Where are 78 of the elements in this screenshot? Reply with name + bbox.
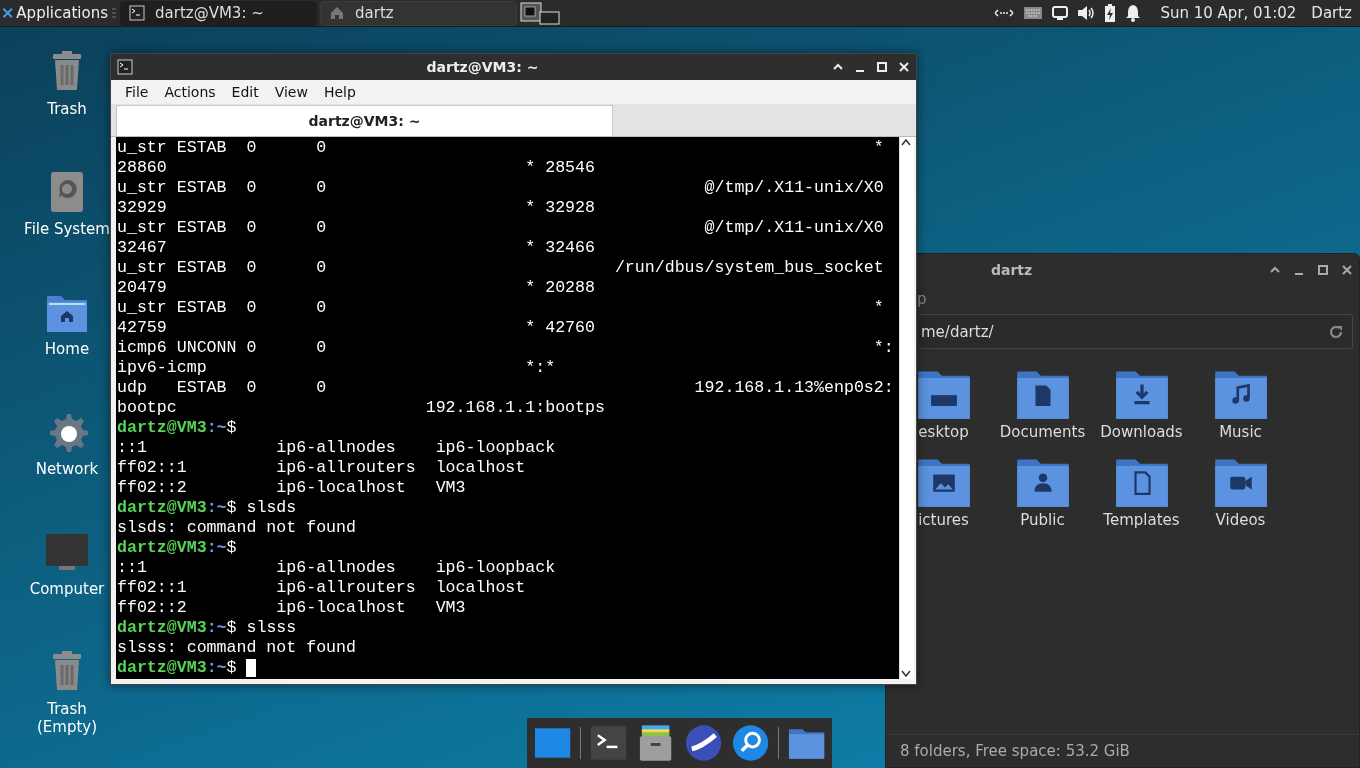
output-line: bootpc 192.168.1.1:bootps	[117, 398, 605, 418]
desktop-icon-label[interactable]: Trash	[47, 100, 87, 118]
taskbar-button[interactable]: dartz	[320, 0, 517, 26]
menu-item[interactable]: View	[266, 84, 316, 100]
menu-item[interactable]: File	[117, 84, 157, 100]
output-line: 42759 * 42760	[117, 318, 595, 338]
output-line: 28860 * 28546	[117, 158, 595, 178]
menu-item[interactable]: Actions	[156, 84, 224, 100]
prompt-line: dartz@VM3:~$	[117, 418, 237, 438]
maximize-icon[interactable]	[1317, 264, 1329, 276]
folder-label[interactable]: Documents	[999, 423, 1086, 441]
user-menu[interactable]: Dartz	[1311, 4, 1352, 22]
prompt-line: dartz@VM3:~$	[117, 658, 238, 678]
terminal-icon[interactable]	[589, 723, 629, 763]
folder-label[interactable]: Public	[1020, 511, 1065, 529]
folder-label[interactable]: Templates	[1103, 511, 1180, 529]
scrollbar[interactable]	[899, 137, 914, 679]
output-line: u_str ESTAB 0 0 @/tmp/.X11-unix/X0	[117, 218, 884, 238]
reload-icon[interactable]	[1328, 323, 1344, 340]
workspace-switcher-icon[interactable]	[520, 1, 560, 25]
scroll-up-icon[interactable]	[900, 137, 912, 147]
menu-item[interactable]: p	[917, 286, 927, 312]
path-field[interactable]: me/dartz/	[919, 314, 1353, 349]
output-line: 32467 * 32466	[117, 238, 595, 258]
prompt-line: dartz@VM3:~$ slsss	[117, 618, 297, 638]
prompt-line: dartz@VM3:~$	[117, 538, 237, 558]
desktop-icon-label[interactable]: File System	[24, 220, 110, 238]
taskbar-button[interactable]: dartz@VM3: ~	[120, 0, 317, 26]
output-line: 32929 * 32928	[117, 198, 595, 218]
folder-label[interactable]: Downloads	[1100, 423, 1183, 441]
output-line: u_str ESTAB 0 0 /run/dbus/system_bus_socket	[117, 258, 884, 278]
output-line: 20479 * 20288	[117, 278, 595, 298]
x-logo-icon	[2, 5, 14, 21]
search-icon[interactable]	[730, 723, 770, 763]
output-line: slsds: command not found	[117, 518, 356, 538]
clock[interactable]: Sun 10 Apr, 01:02	[1160, 4, 1297, 22]
output-line: icmp6 UNCONN 0 0 *:	[117, 338, 894, 358]
volume-icon[interactable]	[1077, 5, 1096, 21]
tab[interactable]: dartz@VM3: ~	[116, 105, 613, 136]
output-line: ::1 ip6-allnodes ip6-loopback	[117, 558, 556, 578]
folder-label[interactable]: Videos	[1215, 511, 1266, 529]
window-title: dartz@VM3: ~	[425, 59, 540, 75]
terminal-screen[interactable]	[116, 137, 899, 679]
display-icon[interactable]	[1052, 5, 1069, 21]
output-line: u_str ESTAB 0 0 *	[117, 138, 884, 158]
applications-menu[interactable]: Applications	[0, 0, 112, 26]
menu-item[interactable]: Help	[315, 84, 364, 100]
output-line: ff02::1 ip6-allrouters localhost	[117, 458, 526, 478]
menu-item[interactable]: Edit	[223, 84, 267, 100]
status-bar: 8 folders, Free space: 53.2 GiB	[886, 734, 1359, 767]
desktop-icon-label[interactable]: Network	[35, 460, 99, 478]
folder-label[interactable]: esktop	[918, 423, 969, 441]
handle-icon	[112, 7, 116, 19]
output-line: ::1 ip6-allnodes ip6-loopback	[117, 438, 556, 458]
keyboard-icon[interactable]	[1023, 6, 1044, 20]
home-icon	[329, 5, 345, 21]
folder-label[interactable]: Music	[1219, 423, 1262, 441]
output-line: ff02::2 ip6-localhost VM3	[117, 598, 466, 618]
output-line: u_str ESTAB 0 0 @/tmp/.X11-unix/X0	[117, 178, 884, 198]
terminal-icon	[129, 5, 145, 21]
desktop-icon-label[interactable]: Computer	[29, 580, 105, 598]
bell-icon[interactable]	[1125, 4, 1142, 22]
output-line: ipv6-icmp *:*	[117, 358, 556, 378]
output-line: ff02::1 ip6-allrouters localhost	[117, 578, 526, 598]
output-line: udp ESTAB 0 0 192.168.1.13%enp0s2:	[117, 378, 894, 398]
battery-icon[interactable]	[1104, 4, 1117, 22]
output-line: slsss: command not found	[117, 638, 356, 658]
desktop-icon-label[interactable]: Trash (Empty)	[17, 700, 117, 736]
globe-icon[interactable]	[683, 723, 723, 763]
desktop-icon-label[interactable]: Home	[44, 340, 90, 358]
scroll-down-icon[interactable]	[900, 669, 912, 679]
output-line: u_str ESTAB 0 0 *	[117, 298, 884, 318]
terminal-icon	[117, 59, 133, 75]
close-icon[interactable]	[1341, 264, 1353, 276]
output-line: ff02::2 ip6-localhost VM3	[117, 478, 466, 498]
folder-label[interactable]: ictures	[918, 511, 969, 529]
prompt-line: dartz@VM3:~$ slsds	[117, 498, 297, 518]
window-title: dartz	[991, 262, 1034, 278]
